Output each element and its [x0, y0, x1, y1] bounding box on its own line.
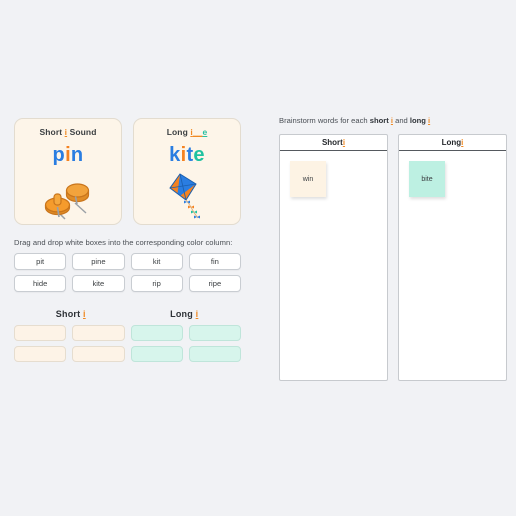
drop-column-headings: Short i Long i — [14, 309, 241, 319]
drop-cell-short[interactable] — [14, 346, 67, 362]
brainstorm-board-long-body[interactable]: bite — [399, 151, 506, 380]
brainstorm-board-long-heading: Long i — [399, 135, 506, 151]
brainstorm-board-short-body[interactable]: win — [280, 151, 387, 380]
drop-cell-long[interactable] — [130, 346, 183, 362]
drop-zone-grid — [14, 325, 241, 362]
drop-cell-long[interactable] — [188, 325, 241, 341]
long-vowel-letter: i — [428, 116, 431, 125]
word-chip[interactable]: fin — [188, 253, 241, 270]
drop-cell-short[interactable] — [72, 325, 125, 341]
draggable-word-grid: pit pine kit fin hide kite rip ripe — [14, 253, 241, 292]
sound-card-short-title: Short i Sound — [39, 127, 97, 137]
pushpins-illustration — [15, 169, 121, 224]
sound-card-long-word: kite — [169, 144, 205, 166]
sound-card-short-i: Short i Sound pin — [14, 118, 122, 225]
brainstorm-board-short-heading: Short i — [280, 135, 387, 151]
drop-cell-short[interactable] — [14, 325, 67, 341]
drop-column-heading-long: Long i — [170, 309, 199, 319]
brainstorm-board-row: Short i win Long i bite — [279, 134, 507, 381]
short-vowel-letter: i — [342, 138, 346, 147]
word-chip[interactable]: kit — [130, 253, 183, 270]
drop-column-heading-short: Short i — [55, 309, 86, 319]
brainstorm-board-short[interactable]: Short i win — [279, 134, 388, 381]
kite-illustration — [134, 169, 240, 224]
drop-cell-short[interactable] — [72, 346, 125, 362]
word-chip[interactable]: hide — [14, 275, 67, 292]
brainstorm-board-long[interactable]: Long i bite — [398, 134, 507, 381]
word-chip[interactable]: pit — [14, 253, 67, 270]
drop-cell-long[interactable] — [188, 346, 241, 362]
brainstorm-instruction: Brainstorm words for each short i and lo… — [279, 116, 431, 125]
long-vowel-e: e — [202, 127, 208, 137]
right-panel: Brainstorm words for each short i and lo… — [279, 116, 507, 381]
sticky-note[interactable]: win — [290, 161, 326, 197]
sound-card-long-title: Long i__e — [166, 127, 208, 137]
sound-card-short-word: pin — [52, 144, 84, 166]
sticky-note[interactable]: bite — [409, 161, 445, 197]
drag-drop-instruction: Drag and drop white boxes into the corre… — [14, 238, 233, 247]
short-vowel-letter: i — [83, 309, 86, 319]
word-chip[interactable]: rip — [130, 275, 183, 292]
sound-card-long-i: Long i__e kite — [133, 118, 241, 225]
drop-cell-long[interactable] — [130, 325, 183, 341]
word-chip[interactable]: pine — [72, 253, 125, 270]
word-chip[interactable]: kite — [72, 275, 125, 292]
left-panel: Short i Sound pin Long i__e kite Drag an… — [14, 118, 254, 362]
word-chip[interactable]: ripe — [188, 275, 241, 292]
long-vowel-letter: i — [461, 138, 464, 147]
long-vowel-letter: i — [195, 309, 199, 319]
worksheet-canvas: Short i Sound pin Long i__e kite Drag an… — [0, 0, 516, 516]
sound-card-row: Short i Sound pin Long i__e kite — [14, 118, 254, 225]
